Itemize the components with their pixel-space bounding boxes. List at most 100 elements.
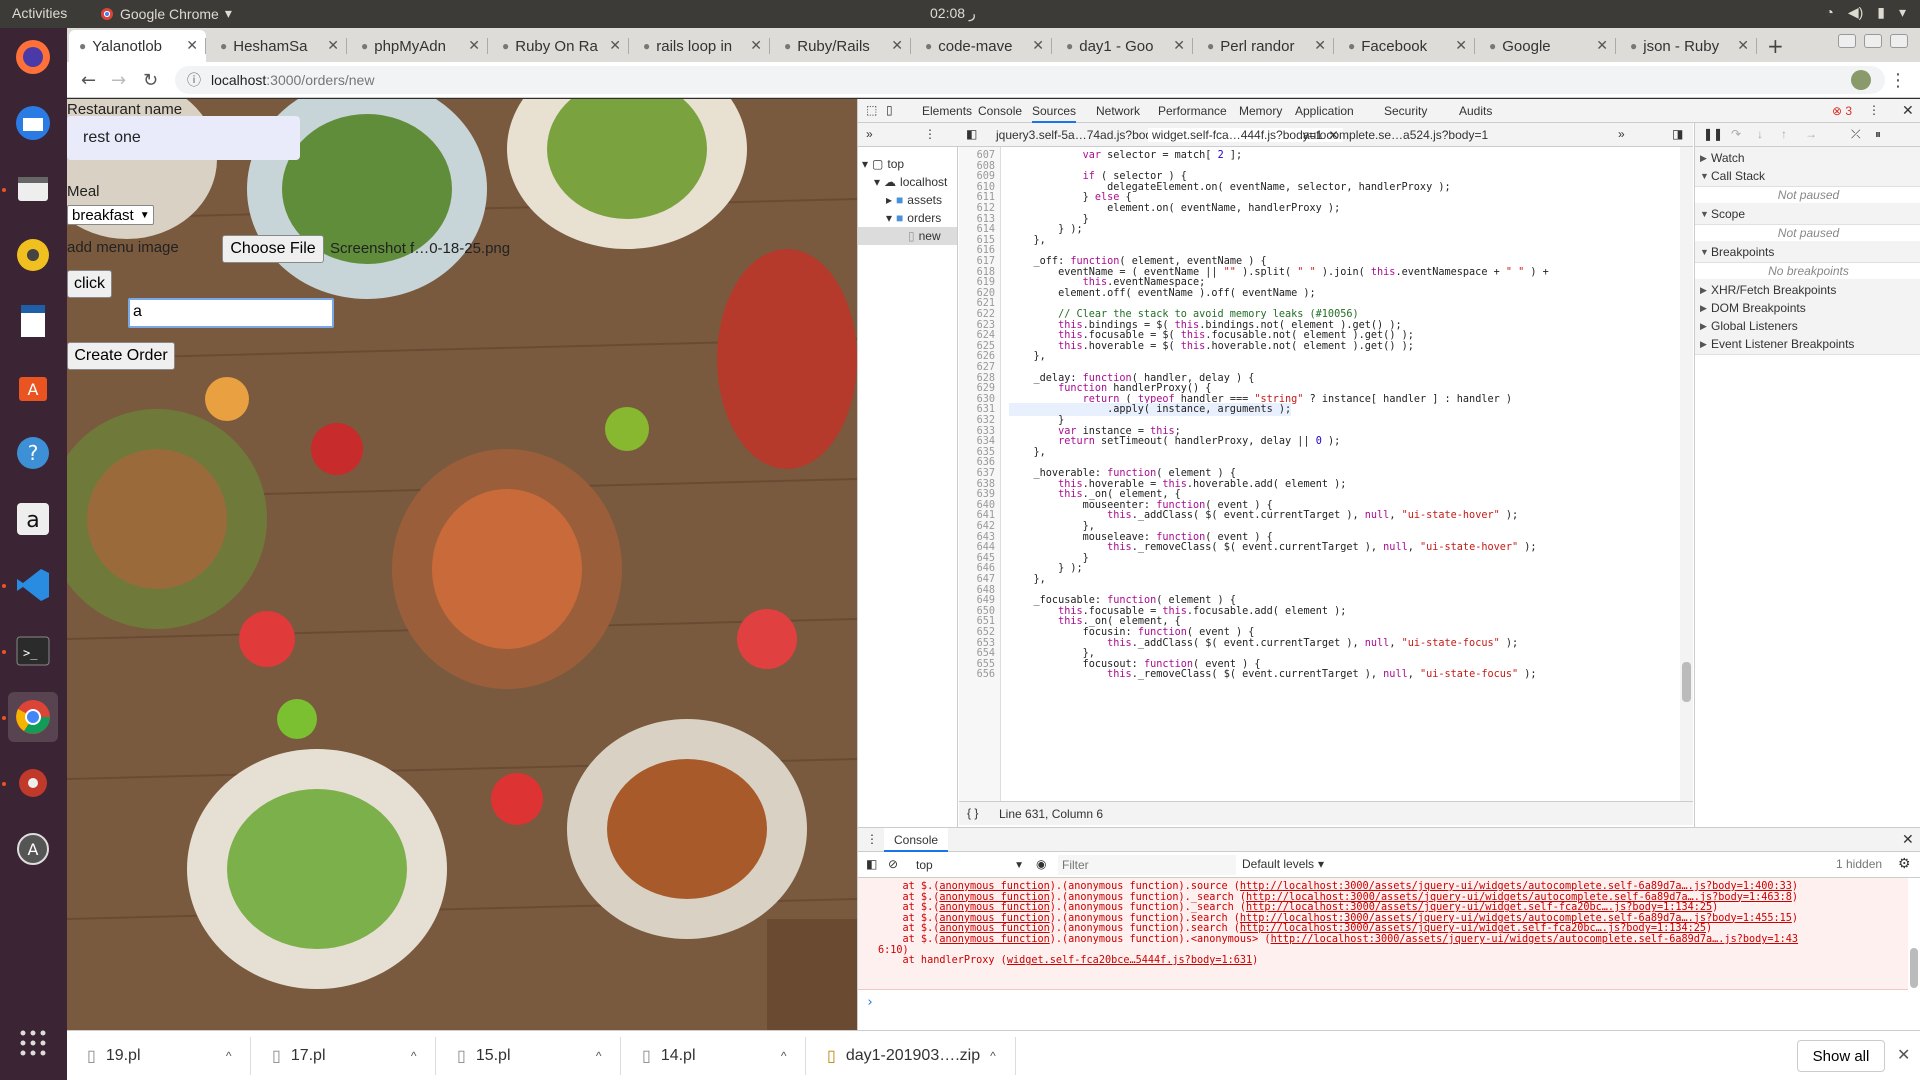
debugger-toggle-icon[interactable]: ◨ [1672, 127, 1683, 141]
stack-source-link[interactable]: http://localhost:3000/assets/jquery-ui/w… [1271, 934, 1798, 945]
close-tab-icon[interactable]: ✕ [1455, 37, 1467, 54]
chrome-icon[interactable] [8, 692, 58, 742]
close-window-button[interactable] [1890, 34, 1908, 48]
close-drawer-icon[interactable]: ✕ [1902, 831, 1914, 848]
help-icon[interactable]: ? [8, 428, 58, 478]
rhythmbox-icon[interactable] [8, 230, 58, 280]
console-scrollbar[interactable] [1910, 948, 1918, 988]
download-item[interactable]: ▯ 17.pl ^ [272, 1037, 437, 1075]
devtools-tab-elements[interactable]: Elements [922, 104, 972, 118]
line-gutter[interactable]: 607 608 609 610 611 612 613 614 615 616 617 618 619 6… [959, 147, 1001, 801]
firefox-icon[interactable] [8, 32, 58, 82]
choose-file-button[interactable]: Choose File [222, 235, 324, 263]
download-item[interactable]: ▯ day1-201903….zip ^ [827, 1037, 1016, 1075]
updater-icon[interactable]: A [8, 824, 58, 874]
console-tab[interactable]: Console [884, 828, 949, 852]
menu-kebab-icon[interactable]: ⋮ [1889, 70, 1907, 91]
editor-scrollbar[interactable] [1680, 147, 1693, 801]
line-number[interactable]: 656 [959, 668, 995, 681]
close-shelf-icon[interactable]: ✕ [1897, 1045, 1910, 1065]
download-item[interactable]: ▯ 15.pl ^ [457, 1037, 622, 1075]
app-menu[interactable]: Google Chrome ▾ [100, 5, 232, 22]
sidebar-toggle-icon[interactable]: ◧ [966, 127, 977, 141]
download-item[interactable]: ▯ 14.pl ^ [642, 1037, 807, 1075]
tree-assets[interactable]: ▸ ■ assets [886, 193, 942, 207]
chevron-up-icon[interactable]: ^ [596, 1049, 602, 1063]
debugger-section[interactable]: ▶ Event Listener Breakpoints [1695, 333, 1920, 355]
code-editor[interactable]: 607 608 609 610 611 612 613 614 615 616 617 618 619 6… [959, 147, 1693, 801]
step-over-icon[interactable]: ↷ [1731, 127, 1741, 141]
stack-function-link[interactable]: anonymous function [939, 934, 1049, 945]
clock[interactable]: 02:08 ر [930, 5, 976, 22]
system-tray[interactable]: ◔ ◀) ▮ ▾ [1825, 4, 1906, 21]
drawer-menu-icon[interactable]: ⋮ [866, 832, 878, 846]
sidebar-toggle-icon[interactable]: ◧ [866, 857, 877, 871]
close-tab-icon[interactable]: ✕ [468, 37, 480, 54]
eye-icon[interactable]: ◉ [1036, 857, 1046, 871]
browser-tab[interactable]: ● phpMyAdn ✕ [351, 30, 488, 62]
friend-input[interactable]: a [128, 298, 334, 328]
console-settings-icon[interactable]: ⚙ [1898, 855, 1911, 872]
levels-select[interactable]: Default levels ▾ [1242, 857, 1324, 871]
tree-host[interactable]: ▾ ☁ localhost [874, 175, 947, 189]
browser-tab[interactable]: ● day1 - Goo ✕ [1056, 30, 1193, 62]
restaurant-input[interactable]: rest one [67, 116, 300, 160]
close-tab-icon[interactable]: ✕ [1737, 37, 1749, 54]
avatar[interactable] [1851, 70, 1871, 90]
software-icon[interactable]: A [8, 362, 58, 412]
close-tab-icon[interactable]: ✕ [609, 37, 621, 54]
pretty-print-icon[interactable]: { } [967, 806, 978, 820]
activities-button[interactable]: Activities [12, 5, 67, 21]
inspect-element-icon[interactable]: ⬚ [866, 103, 877, 117]
new-tab-button[interactable]: + [1767, 34, 1784, 58]
devtools-menu-icon[interactable]: ⋮ [1868, 103, 1880, 117]
show-all-button[interactable]: Show all [1797, 1040, 1885, 1072]
browser-tab[interactable]: ● rails loop in ✕ [633, 30, 770, 62]
devtools-tab-memory[interactable]: Memory [1239, 104, 1282, 118]
maximize-button[interactable] [1864, 34, 1882, 48]
thunderbird-icon[interactable] [8, 98, 58, 148]
terminal-icon[interactable]: >_ [8, 626, 58, 676]
devtools-tab-audits[interactable]: Audits [1459, 104, 1492, 118]
chevron-up-icon[interactable]: ^ [226, 1049, 232, 1063]
deactivate-breakpoints-icon[interactable]: ⤫ [1851, 127, 1861, 142]
close-tab-icon[interactable]: ✕ [891, 37, 903, 54]
browser-tab[interactable]: ● Yalanotlob ✕ [69, 30, 206, 62]
reload-button[interactable]: ↻ [143, 70, 158, 91]
close-tab-icon[interactable]: ✕ [1596, 37, 1608, 54]
close-tab-icon[interactable]: ✕ [750, 37, 762, 54]
browser-tab[interactable]: ● code-mave ✕ [915, 30, 1052, 62]
browser-tab[interactable]: ● Perl randor ✕ [1197, 30, 1334, 62]
devtools-tab-console[interactable]: Console [978, 104, 1022, 118]
scrollbar-thumb[interactable] [1682, 662, 1691, 702]
close-tab-icon[interactable]: ✕ [186, 37, 198, 54]
devtools-tab-performance[interactable]: Performance [1158, 104, 1227, 118]
tree-orders[interactable]: ▾ ■ orders [886, 211, 941, 225]
console-filter-input[interactable] [1058, 855, 1236, 875]
stack-source-link[interactable]: widget.self-fca20bce…5444f.js?body=1:631 [1007, 955, 1252, 966]
app-grid-icon[interactable] [8, 1018, 58, 1068]
browser-tab[interactable]: ● Ruby/Rails ✕ [774, 30, 911, 62]
click-button[interactable]: click [67, 270, 112, 298]
tree-top[interactable]: ▾ ▢ top [862, 157, 904, 171]
browser-tab[interactable]: ● json - Ruby ✕ [1620, 30, 1757, 62]
amazon-icon[interactable]: a [8, 494, 58, 544]
vscode-icon[interactable] [8, 560, 58, 610]
step-icon[interactable]: → [1805, 127, 1817, 141]
browser-tab[interactable]: ● HeshamSa ✕ [210, 30, 347, 62]
devtools-tab-application[interactable]: Application [1295, 104, 1354, 118]
close-devtools-icon[interactable]: ✕ [1902, 102, 1914, 119]
more-icon[interactable]: ⋮ [924, 127, 936, 141]
pause-icon[interactable]: ❚❚ [1703, 127, 1723, 141]
navigator-toggle-icon[interactable]: » [866, 127, 873, 141]
browser-tab[interactable]: ● Google ✕ [1479, 30, 1616, 62]
chevron-up-icon[interactable]: ^ [990, 1049, 996, 1063]
tree-new[interactable]: ▯ new [858, 227, 957, 245]
devtools-tab-network[interactable]: Network [1096, 104, 1140, 118]
back-button[interactable]: ← [81, 70, 96, 91]
browser-tab[interactable]: ● Ruby On Ra ✕ [492, 30, 629, 62]
more-tabs-icon[interactable]: » [1618, 127, 1625, 141]
settings-icon[interactable] [8, 758, 58, 808]
pause-exceptions-icon[interactable]: ⏸ [1875, 127, 1881, 142]
step-out-icon[interactable]: ↑ [1781, 127, 1787, 141]
